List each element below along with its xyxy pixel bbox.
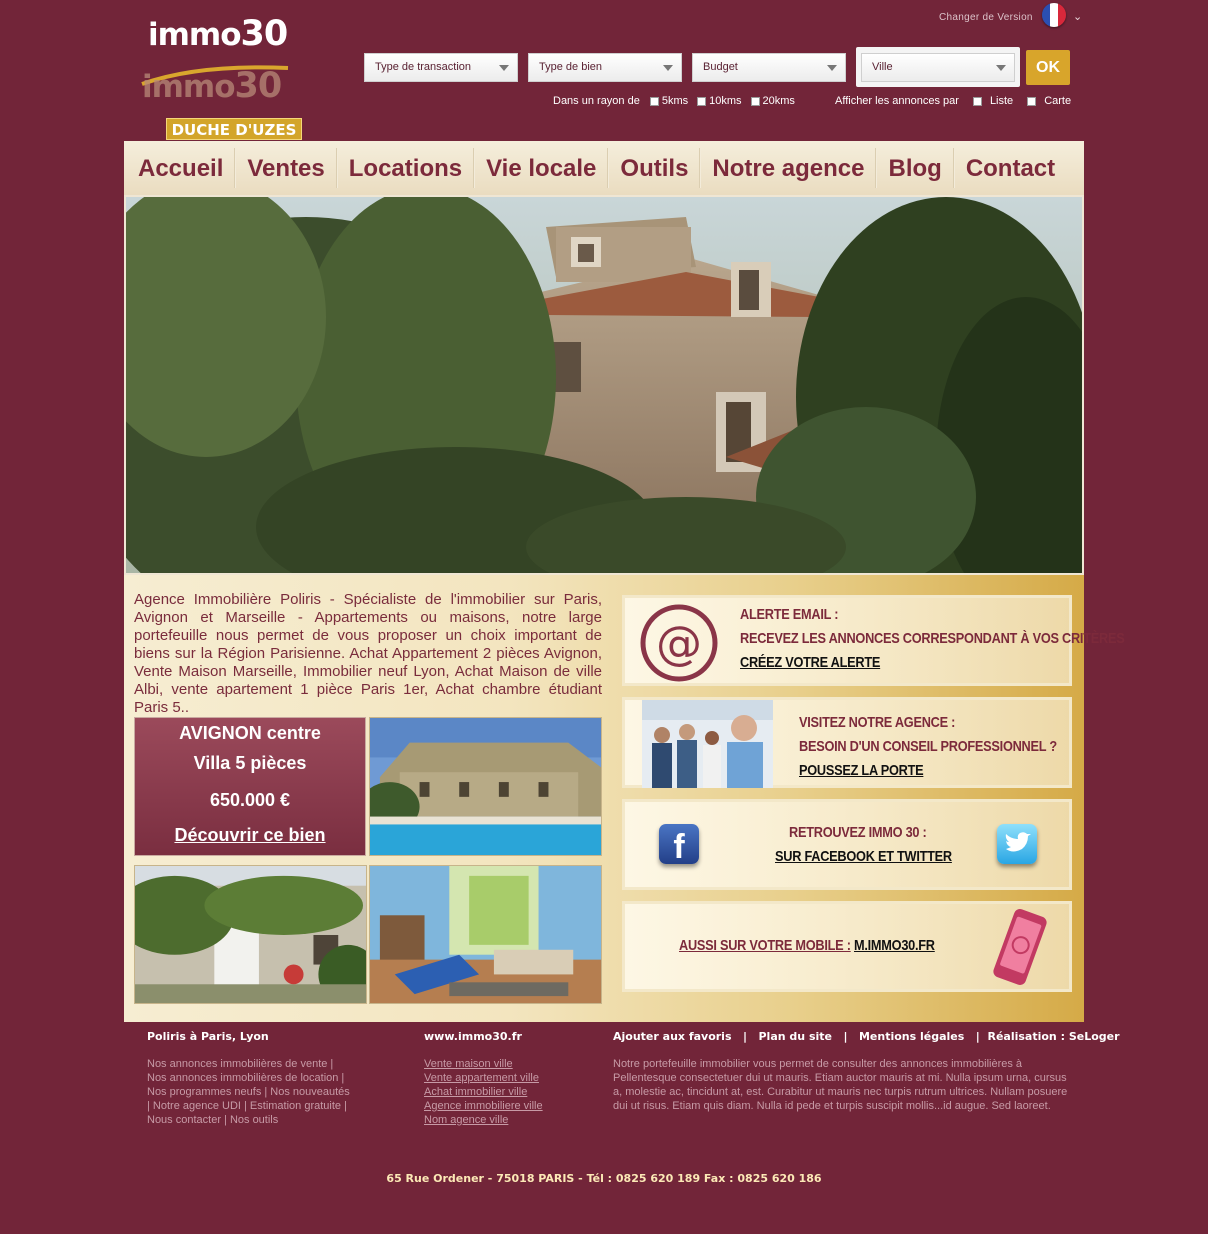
email-alert-panel: @ ALERTE EMAIL : RECEVEZ LES ANNONCES CO… bbox=[622, 595, 1125, 686]
display-map-label: Carte bbox=[1044, 95, 1072, 107]
chevron-down-icon bbox=[663, 65, 673, 71]
footer-link[interactable]: Nos annonces immobilières de vente | bbox=[147, 1057, 377, 1071]
mobile-site-link[interactable]: M.IMMO30.FR bbox=[854, 937, 935, 954]
display-label: Afficher les annonces par bbox=[835, 95, 959, 107]
chevron-down-icon[interactable]: ⌄ bbox=[1073, 10, 1082, 23]
footer-col3-text: Notre portefeuille immobilier vous perme… bbox=[613, 1058, 1068, 1112]
chevron-down-icon bbox=[499, 65, 509, 71]
featured-city: AVIGNON centre bbox=[179, 723, 321, 743]
footer-link[interactable]: Achat immobilier ville bbox=[424, 1085, 584, 1099]
svg-text:@: @ bbox=[656, 616, 702, 670]
mobile-label: AUSSI SUR VOTRE MOBILE : bbox=[679, 937, 851, 954]
chevron-down-icon bbox=[996, 65, 1006, 71]
footer-link[interactable]: Nous contacter | Nos outils bbox=[147, 1113, 377, 1127]
property-type-select[interactable]: Type de bien bbox=[528, 53, 682, 82]
logo-bottom: immo30 bbox=[142, 66, 282, 106]
footer-col3-links[interactable]: Ajouter aux favoris | Plan du site | Men… bbox=[613, 1030, 1120, 1043]
social-panel: f RETROUVEZ IMMO 30 : SUR FACEBOOK ET TW… bbox=[622, 799, 1072, 890]
radius-5-label: 5kms bbox=[661, 95, 689, 107]
transaction-select[interactable]: Type de transaction bbox=[364, 53, 518, 82]
footer-link[interactable]: | Notre agence UDI | Estimation gratuite… bbox=[147, 1099, 377, 1113]
featured-price: 650.000 € bbox=[209, 790, 291, 810]
budget-select[interactable]: Budget bbox=[692, 53, 846, 82]
alert-subtitle: RECEVEZ LES ANNONCES CORRESPONDANT À VOS… bbox=[740, 630, 1125, 647]
radius-20-checkbox[interactable] bbox=[750, 96, 760, 106]
twitter-icon[interactable] bbox=[997, 824, 1037, 864]
budget-value: Budget bbox=[703, 61, 738, 73]
agency-team-photo bbox=[642, 700, 773, 788]
agency-panel: VISITEZ NOTRE AGENCE : BESOIN D'UN CONSE… bbox=[622, 697, 1072, 788]
listing-photo-living-room[interactable] bbox=[369, 865, 602, 1004]
display-options: Afficher les annonces par Liste Carte bbox=[835, 95, 1071, 107]
chevron-down-icon bbox=[827, 65, 837, 71]
social-link[interactable]: SUR FACEBOOK ET TWITTER bbox=[775, 848, 952, 865]
footer-link[interactable]: Nos annonces immobilières de location | bbox=[147, 1071, 377, 1085]
display-list-checkbox[interactable] bbox=[972, 96, 982, 106]
create-alert-link[interactable]: CRÉEZ VOTRE ALERTE bbox=[740, 654, 880, 671]
search-submit-button[interactable]: OK bbox=[1026, 50, 1070, 85]
footer-col2-title[interactable]: www.immo30.fr bbox=[424, 1030, 522, 1043]
city-value: Ville bbox=[872, 61, 893, 73]
content-area: Agence Immobilière Poliris - Spécialiste… bbox=[124, 575, 1125, 1022]
city-select[interactable]: Ville bbox=[861, 53, 1015, 82]
footer-link[interactable]: Agence immobiliere ville bbox=[424, 1099, 584, 1113]
logo-top: immo30 bbox=[148, 14, 288, 54]
radius-10-checkbox[interactable] bbox=[697, 96, 707, 106]
footer-col2: Vente maison ville Vente appartement vil… bbox=[424, 1057, 584, 1127]
site-logo[interactable]: immo30 immo30 DUCHE D'UZES bbox=[138, 12, 304, 140]
nav-locations[interactable]: Locations bbox=[338, 141, 473, 195]
flag-fr-icon[interactable] bbox=[1042, 3, 1066, 27]
social-title: RETROUVEZ IMMO 30 : bbox=[789, 824, 927, 841]
footer-col1: Nos annonces immobilières de vente | Nos… bbox=[147, 1057, 377, 1127]
footer-col1-title: Poliris à Paris, Lyon bbox=[147, 1030, 269, 1043]
radius-options: Dans un rayon de 5kms 10kms 20kms bbox=[553, 95, 795, 107]
radius-5-checkbox[interactable] bbox=[649, 96, 659, 106]
at-sign-icon: @ bbox=[640, 604, 718, 682]
footer-link[interactable]: Nom agence ville bbox=[424, 1113, 584, 1127]
agency-title: VISITEZ NOTRE AGENCE : bbox=[799, 714, 956, 731]
listing-photo-garden[interactable] bbox=[134, 865, 367, 1004]
listing-photo-manor[interactable] bbox=[369, 717, 602, 856]
radius-10-label: 10kms bbox=[709, 95, 742, 107]
property-type-value: Type de bien bbox=[539, 61, 602, 73]
intro-text: Agence Immobilière Poliris - Spécialiste… bbox=[134, 591, 602, 716]
nav-accueil[interactable]: Accueil bbox=[124, 141, 234, 195]
featured-listing[interactable]: AVIGNON centre Villa 5 pièces 650.000 € … bbox=[134, 717, 366, 856]
mobile-panel: AUSSI SUR VOTRE MOBILE : M.IMMO30.FR bbox=[622, 901, 1072, 992]
display-list-label: Liste bbox=[989, 95, 1014, 107]
main-nav: Accueil Ventes Locations Vie locale Outi… bbox=[124, 141, 1084, 195]
radius-20-label: 20kms bbox=[762, 95, 795, 107]
nav-outils[interactable]: Outils bbox=[609, 141, 699, 195]
nav-vie-locale[interactable]: Vie locale bbox=[475, 141, 607, 195]
nav-blog[interactable]: Blog bbox=[877, 141, 952, 195]
logo-city: DUCHE D'UZES bbox=[166, 118, 302, 140]
display-map-checkbox[interactable] bbox=[1027, 96, 1037, 106]
mobile-text: AUSSI SUR VOTRE MOBILE : M.IMMO30.FR bbox=[679, 937, 935, 954]
footer-address: 65 Rue Ordener - 75018 PARIS - Tél : 082… bbox=[386, 1172, 822, 1185]
hero-image bbox=[124, 195, 1084, 575]
agency-subtitle: BESOIN D'UN CONSEIL PROFESSIONNEL ? bbox=[799, 738, 1057, 755]
footer-link[interactable]: Vente maison ville bbox=[424, 1057, 584, 1071]
visit-agency-link[interactable]: POUSSEZ LA PORTE bbox=[799, 762, 924, 779]
featured-type: Villa 5 pièces bbox=[193, 753, 307, 773]
transaction-value: Type de transaction bbox=[375, 61, 472, 73]
alert-title: ALERTE EMAIL : bbox=[740, 606, 839, 623]
version-link[interactable]: Changer de Version bbox=[939, 12, 1033, 23]
nav-contact[interactable]: Contact bbox=[955, 141, 1066, 195]
footer-link[interactable]: Vente appartement ville bbox=[424, 1071, 584, 1085]
footer-link[interactable]: Nos programmes neufs | Nos nouveautés bbox=[147, 1085, 377, 1099]
facebook-icon[interactable]: f bbox=[659, 824, 699, 866]
featured-cta-link[interactable]: Découvrir ce bien bbox=[135, 825, 365, 846]
nav-notre-agence[interactable]: Notre agence bbox=[701, 141, 875, 195]
smartphone-icon bbox=[993, 909, 1047, 985]
nav-ventes[interactable]: Ventes bbox=[236, 141, 335, 195]
radius-label: Dans un rayon de bbox=[553, 95, 640, 107]
